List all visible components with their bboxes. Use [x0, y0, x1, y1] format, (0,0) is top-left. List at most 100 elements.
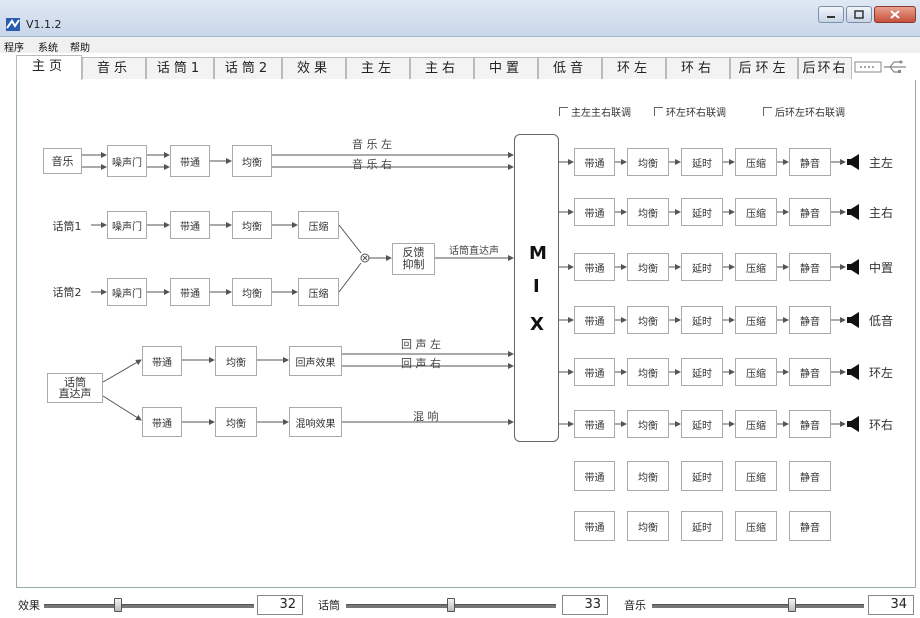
music-eq[interactable]: 均衡 [232, 145, 272, 177]
maximize-button[interactable] [846, 6, 872, 23]
checkbox[interactable] [763, 107, 772, 116]
feedback-suppress[interactable]: 反馈 抑制 [392, 243, 435, 275]
link-rear-surround-left-right[interactable]: 后环左环右联调 [763, 104, 845, 119]
out-eq[interactable]: 均衡 [627, 306, 669, 334]
out-eq[interactable]: 均衡 [627, 410, 669, 438]
slider-track-music[interactable] [652, 604, 864, 608]
out-compress[interactable]: 压缩 [735, 461, 777, 491]
out-bandpass[interactable]: 带通 [574, 461, 615, 491]
out-compress[interactable]: 压缩 [735, 410, 777, 438]
close-button[interactable] [874, 6, 916, 23]
out-mute[interactable]: 静音 [789, 461, 831, 491]
out-compress[interactable]: 压缩 [735, 306, 777, 334]
tab-home[interactable]: 主页 [16, 55, 82, 81]
out-bandpass[interactable]: 带通 [574, 253, 615, 281]
mic1-compress[interactable]: 压缩 [298, 211, 339, 239]
slider-track-effect[interactable] [44, 604, 254, 608]
tab-bass[interactable]: 低音 [538, 57, 602, 79]
mic2-compress[interactable]: 压缩 [298, 278, 339, 306]
out-delay[interactable]: 延时 [681, 306, 723, 334]
tab-surround-left[interactable]: 环左 [602, 57, 666, 79]
out-eq[interactable]: 均衡 [627, 253, 669, 281]
tab-rear-surround-right[interactable]: 后环右 [798, 57, 852, 79]
menu-program[interactable]: 程序 [4, 39, 24, 54]
out-eq[interactable]: 均衡 [627, 511, 669, 541]
tab-mic2[interactable]: 话筒2 [214, 57, 282, 79]
out-mute[interactable]: 静音 [789, 198, 831, 226]
checkbox[interactable] [559, 107, 568, 116]
out-compress[interactable]: 压缩 [735, 358, 777, 386]
signal-echo-left: 回 声 左 [401, 338, 441, 351]
out-compress[interactable]: 压缩 [735, 511, 777, 541]
out-delay[interactable]: 延时 [681, 148, 723, 176]
echo-effect[interactable]: 回声效果 [289, 346, 342, 376]
music-bandpass[interactable]: 带通 [170, 145, 210, 177]
tab-surround-right[interactable]: 环右 [666, 57, 730, 79]
out-bandpass[interactable]: 带通 [574, 306, 615, 334]
window-title: V1.1.2 [26, 18, 62, 31]
mic2-eq[interactable]: 均衡 [232, 278, 272, 306]
out-delay[interactable]: 延时 [681, 253, 723, 281]
out-bandpass[interactable]: 带通 [574, 410, 615, 438]
out-delay[interactable]: 延时 [681, 358, 723, 386]
out-bandpass[interactable]: 带通 [574, 198, 615, 226]
effect-eq-reverb[interactable]: 均衡 [215, 407, 257, 437]
slider-thumb-music[interactable] [787, 598, 796, 612]
value-effect[interactable]: 32 [257, 595, 303, 615]
out-mute[interactable]: 静音 [789, 253, 831, 281]
link-surround-left-right[interactable]: 环左环右联调 [654, 104, 726, 119]
value-music[interactable]: 34 [868, 595, 914, 615]
slider-thumb-effect[interactable] [113, 598, 122, 612]
out-bandpass[interactable]: 带通 [574, 358, 615, 386]
menu-system[interactable]: 系统 [38, 39, 58, 54]
tab-main-left[interactable]: 主左 [346, 57, 410, 79]
mic1-eq[interactable]: 均衡 [232, 211, 272, 239]
out-delay[interactable]: 延时 [681, 511, 723, 541]
out-delay[interactable]: 延时 [681, 198, 723, 226]
checkbox[interactable] [654, 107, 663, 116]
effect-eq-echo[interactable]: 均衡 [215, 346, 257, 376]
source-music[interactable]: 音乐 [43, 148, 82, 174]
out-eq[interactable]: 均衡 [627, 198, 669, 226]
tab-rear-surround-left[interactable]: 后环左 [730, 57, 798, 79]
out-mute[interactable]: 静音 [789, 148, 831, 176]
output-label: 环左 [869, 366, 894, 380]
out-compress[interactable]: 压缩 [735, 198, 777, 226]
source-mic1[interactable]: 话筒1 [43, 216, 91, 236]
tab-center[interactable]: 中置 [474, 57, 538, 79]
mic2-noise-gate[interactable]: 噪声门 [107, 278, 147, 306]
out-bandpass[interactable]: 带通 [574, 148, 615, 176]
source-mic-direct[interactable]: 话筒 直达声 [47, 373, 103, 403]
tab-effect[interactable]: 效果 [282, 57, 346, 79]
out-eq[interactable]: 均衡 [627, 148, 669, 176]
out-mute[interactable]: 静音 [789, 358, 831, 386]
tab-main-right[interactable]: 主右 [410, 57, 474, 79]
out-delay[interactable]: 延时 [681, 410, 723, 438]
minimize-button[interactable] [818, 6, 844, 23]
tab-mic1[interactable]: 话筒1 [146, 57, 214, 79]
out-compress[interactable]: 压缩 [735, 253, 777, 281]
mic2-bandpass[interactable]: 带通 [170, 278, 210, 306]
value-mic[interactable]: 33 [562, 595, 608, 615]
menu-help[interactable]: 帮助 [70, 39, 90, 54]
reverb-effect[interactable]: 混响效果 [289, 407, 342, 437]
effect-bandpass-reverb[interactable]: 带通 [142, 407, 182, 437]
out-mute[interactable]: 静音 [789, 306, 831, 334]
out-eq[interactable]: 均衡 [627, 461, 669, 491]
slider-thumb-mic[interactable] [447, 598, 455, 612]
music-noise-gate[interactable]: 噪声门 [107, 145, 147, 177]
out-mute[interactable]: 静音 [789, 410, 831, 438]
out-eq[interactable]: 均衡 [627, 358, 669, 386]
mic1-noise-gate[interactable]: 噪声门 [107, 211, 147, 239]
out-delay[interactable]: 延时 [681, 461, 723, 491]
out-bandpass[interactable]: 带通 [574, 511, 615, 541]
signal-music-left: 音 乐 左 [352, 138, 392, 151]
out-mute[interactable]: 静音 [789, 511, 831, 541]
out-compress[interactable]: 压缩 [735, 148, 777, 176]
mic1-bandpass[interactable]: 带通 [170, 211, 210, 239]
signal-echo-right: 回 声 右 [401, 357, 441, 370]
link-main-left-right[interactable]: 主左主右联调 [559, 104, 631, 119]
tab-music[interactable]: 音乐 [82, 57, 146, 79]
source-mic2[interactable]: 话筒2 [43, 282, 91, 302]
effect-bandpass-echo[interactable]: 带通 [142, 346, 182, 376]
